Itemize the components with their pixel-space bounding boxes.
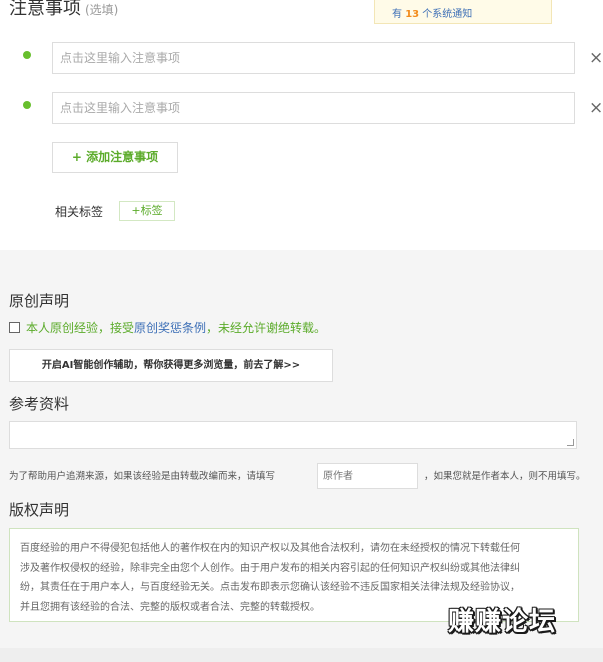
add-note-button[interactable]: + 添加注意事项 [52, 142, 178, 173]
original-text-before: 本人原创经验，接受 [26, 321, 135, 335]
original-statement-row: 本人原创经验，接受原创奖惩条例，未经允许谢绝转载。 [9, 319, 326, 336]
add-tag-button[interactable]: +标签 [119, 201, 175, 221]
close-icon[interactable]: × [589, 100, 603, 117]
footer-strip [0, 648, 603, 662]
reference-hint-after: ，如果您就是作者本人，则不用填写。 [424, 471, 586, 482]
reward-rules-link[interactable]: 原创奖惩条例 [134, 321, 206, 335]
ai-assist-button[interactable]: 开启AI智能创作辅助，帮你获得更多浏览量，前去了解>> [9, 349, 333, 382]
resize-handle-icon[interactable] [567, 439, 574, 446]
notes-section-title: 注意事项 (选填) [9, 0, 118, 20]
reference-title: 参考资料 [9, 395, 70, 413]
notice-suffix: 个系统通知 [419, 9, 473, 20]
copyright-line: 涉及著作权侵权的经验，除非完全由您个人创作。由于用户发布的相关内容引起的任何知识… [20, 562, 520, 574]
note-input-1[interactable] [52, 42, 575, 74]
notes-title-text: 注意事项 [9, 0, 81, 19]
related-tags-label: 相关标签 [55, 205, 104, 219]
original-author-input[interactable] [317, 463, 418, 489]
notice-prefix: 有 [392, 9, 406, 20]
optional-tag: (选填) [85, 3, 119, 17]
copyright-line: 纷，其责任在于用户本人，与百度经验无关。点击发布即表示您确认该经验不违反国家相关… [20, 582, 520, 593]
forum-watermark: 赚赚论坛 [448, 607, 557, 637]
copyright-title: 版权声明 [9, 501, 70, 519]
original-text-after: ，未经允许谢绝转载。 [206, 321, 327, 335]
system-notice-banner[interactable]: 有 13 个系统通知 [374, 0, 552, 24]
reference-hint-before: 为了帮助用户追溯来源，如果该经验是由转载改编而来，请填写 [9, 471, 276, 482]
notice-count: 13 [405, 9, 420, 20]
original-checkbox[interactable] [9, 322, 20, 333]
copyright-line: 百度经验的用户不得侵犯包括他人的著作权在内的知识产权以及其他合法权利，请勿在未经… [20, 543, 520, 554]
close-icon[interactable]: × [589, 50, 603, 67]
note-input-2[interactable] [52, 92, 575, 124]
note-bullet-icon [23, 51, 31, 59]
note-bullet-icon [23, 101, 31, 109]
original-statement-title: 原创声明 [9, 292, 70, 310]
reference-textarea[interactable] [9, 421, 577, 449]
